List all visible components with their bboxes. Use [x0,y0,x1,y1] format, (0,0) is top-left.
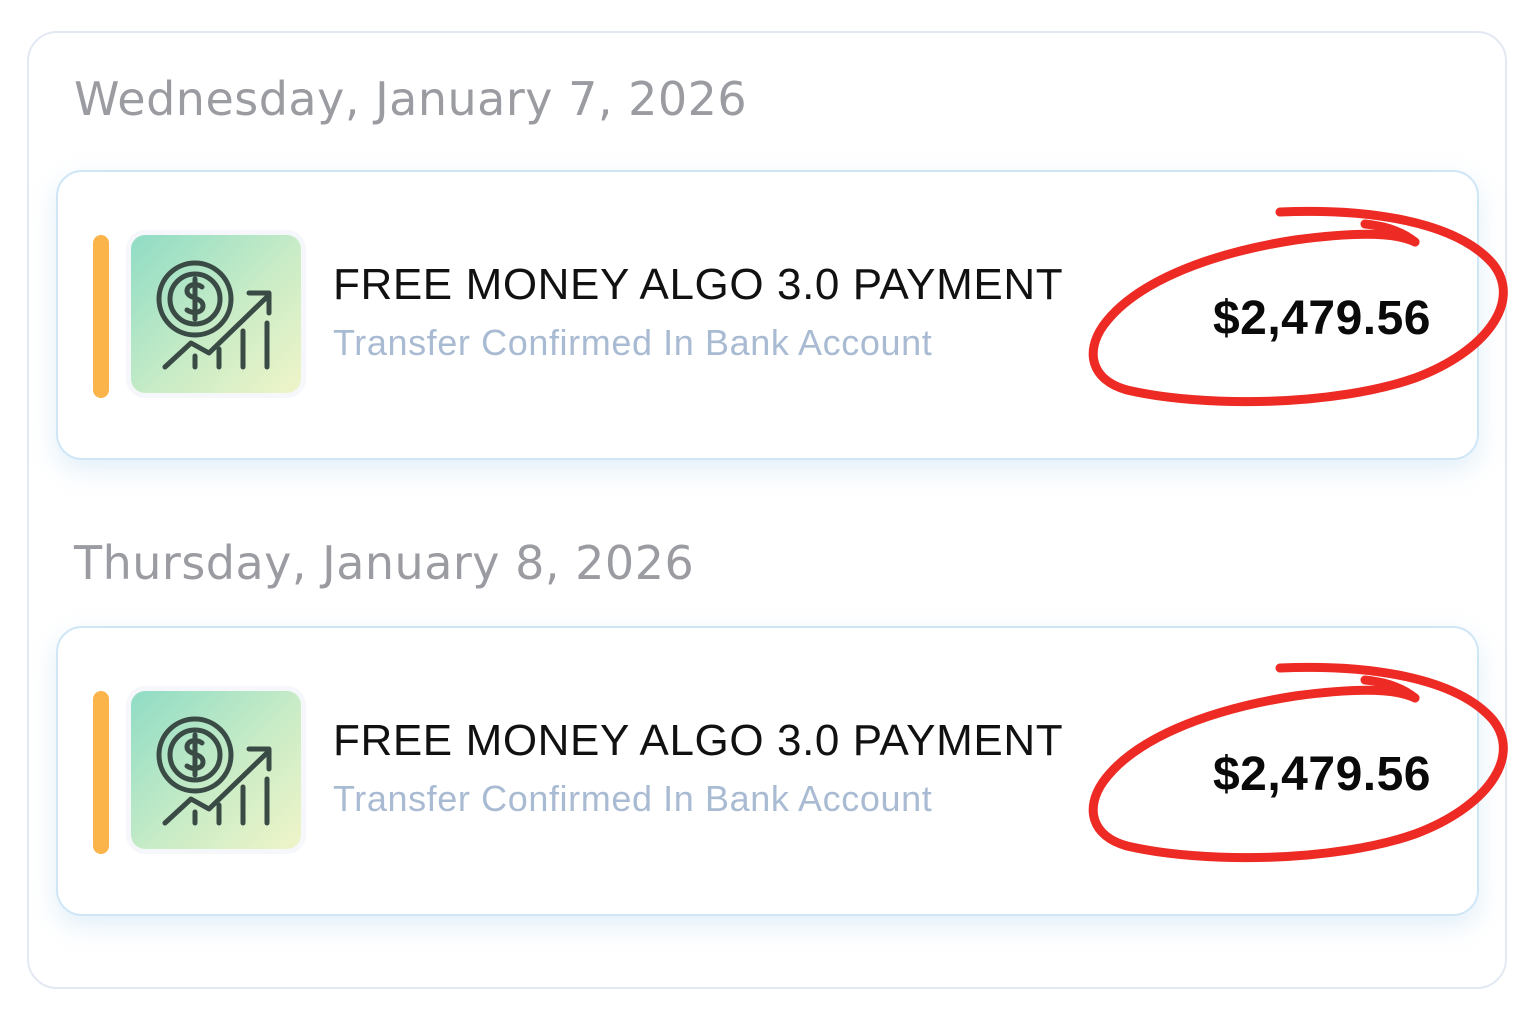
transaction-card[interactable]: FREE MONEY ALGO 3.0 PAYMENT Transfer Con… [56,626,1479,916]
accent-bar [93,235,109,398]
transaction-status: Transfer Confirmed In Bank Account [333,322,933,363]
date-heading: Wednesday, January 7, 2026 [74,72,748,126]
icon-tile [131,235,301,393]
transaction-status: Transfer Confirmed In Bank Account [333,778,933,819]
icon-tile [131,691,301,849]
transaction-title: FREE MONEY ALGO 3.0 PAYMENT [333,260,1064,309]
transaction-title: FREE MONEY ALGO 3.0 PAYMENT [333,716,1064,765]
dollar-growth-chart-icon [156,260,272,370]
accent-bar [93,691,109,854]
date-heading: Thursday, January 8, 2026 [74,536,695,590]
transaction-card[interactable]: FREE MONEY ALGO 3.0 PAYMENT Transfer Con… [56,170,1479,460]
transaction-amount: $2,479.56 [1212,748,1431,801]
transaction-amount: $2,479.56 [1212,292,1431,345]
dollar-growth-chart-icon [156,716,272,826]
